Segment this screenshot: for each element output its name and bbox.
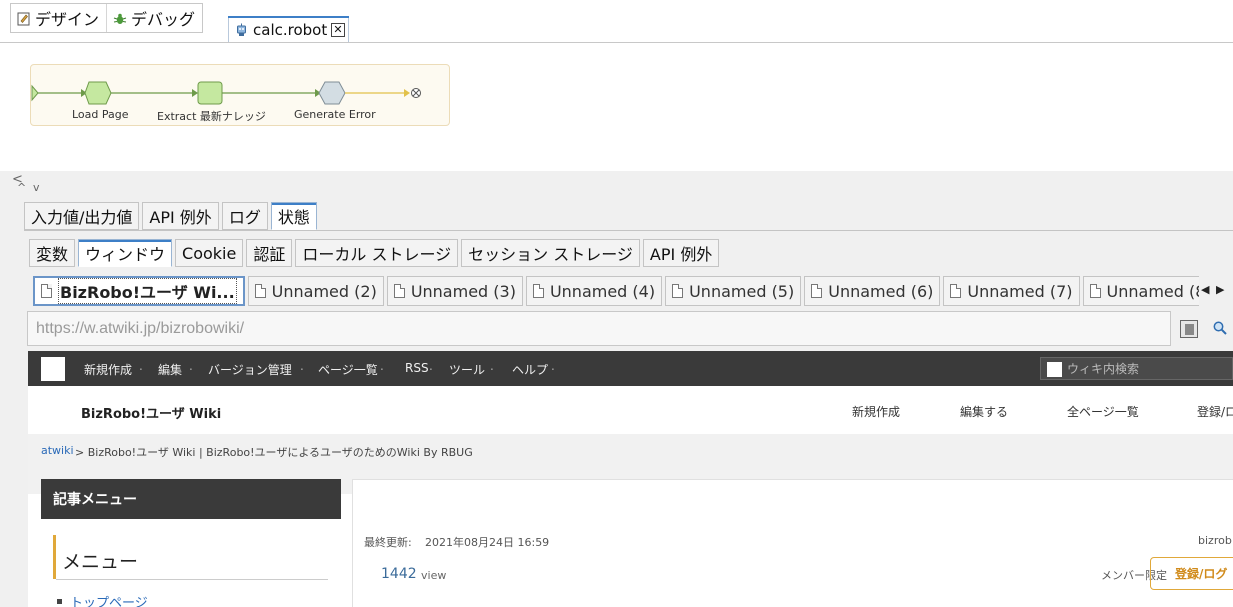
- browser-tab-5[interactable]: Unnamed (5): [665, 276, 802, 306]
- article-card: 最終更新: 2021年08月24日 16:59 bizrob 1442 view…: [352, 479, 1233, 607]
- breadcrumb-home-link[interactable]: atwiki: [41, 444, 74, 457]
- browser-tab-6[interactable]: Unnamed (6): [804, 276, 941, 306]
- nav-help[interactable]: ヘルプ: [512, 361, 548, 378]
- step-generate-error-icon: [318, 81, 346, 105]
- document-icon: [41, 284, 52, 298]
- step-label-extract: Extract 最新ナレッジ: [157, 110, 266, 123]
- wiki-navbar: 新規作成 . 編集 . バージョン管理 . ページ一覧 . RSS . ツール …: [28, 351, 1233, 386]
- tab-local-storage[interactable]: ローカル ストレージ: [295, 239, 459, 267]
- tab-design[interactable]: デザイン: [11, 4, 106, 32]
- tab-cookie[interactable]: Cookie: [175, 239, 244, 267]
- last-updated-label: 最終更新:: [364, 536, 412, 549]
- robot-icon: [235, 23, 248, 37]
- search-checkbox: [1047, 362, 1062, 377]
- step-extract-icon: [197, 81, 223, 105]
- design-icon: [17, 11, 31, 26]
- side-menu-top-link[interactable]: トップページ: [70, 592, 148, 607]
- browser-tab-1[interactable]: BizRobo!ユーザ Wi...: [33, 276, 245, 306]
- breadcrumb-text: > BizRobo!ユーザ Wiki | BizRobo!ユーザによるユーザのた…: [75, 446, 473, 459]
- close-icon[interactable]: ✕: [331, 22, 345, 37]
- browser-tab-7[interactable]: Unnamed (7): [943, 276, 1080, 306]
- tab-state[interactable]: 状態: [270, 202, 317, 230]
- collapse-up-icon[interactable]: ^: [17, 181, 26, 194]
- browser-tabs: BizRobo!ユーザ Wi... Unnamed (2) Unnamed (3…: [33, 276, 1199, 306]
- wiki-search-input[interactable]: ウィキ内検索: [1040, 357, 1233, 380]
- browser-tab-8[interactable]: Unnamed (8): [1082, 276, 1199, 306]
- document-icon: [811, 284, 823, 298]
- web-view[interactable]: 新規作成 . 編集 . バージョン管理 . ページ一覧 . RSS . ツール …: [28, 351, 1233, 607]
- robot-flow: Load Page Extract 最新ナレッジ Generate Error: [30, 64, 450, 126]
- view-count: 1442: [381, 566, 417, 582]
- document-icon: [950, 284, 962, 298]
- tab-window[interactable]: ウィンドウ: [78, 239, 173, 267]
- tab-variables[interactable]: 変数: [29, 239, 76, 267]
- document-icon: [254, 284, 266, 298]
- side-menu-header: 記事メニュー: [41, 479, 341, 519]
- browser-tab-4[interactable]: Unnamed (4): [525, 276, 663, 306]
- step-load-page-icon: [84, 81, 112, 105]
- bug-icon: [113, 11, 127, 25]
- side-menu-title: メニュー: [62, 551, 139, 573]
- nav-edit[interactable]: 編集: [158, 361, 182, 378]
- page-source-icon[interactable]: [1180, 320, 1198, 338]
- panel-tabs: 入力値/出力値 API 例外 ログ 状態: [24, 202, 320, 230]
- document-icon: [672, 284, 684, 298]
- divider: [24, 230, 1233, 231]
- tab-calc-robot-label: calc.robot: [253, 20, 328, 39]
- nav-version[interactable]: バージョン管理: [208, 361, 292, 378]
- tab-log[interactable]: ログ: [221, 202, 268, 230]
- nav-new[interactable]: 新規作成: [84, 361, 132, 378]
- document-icon: [532, 284, 544, 298]
- tab-calc-robot[interactable]: calc.robot ✕: [228, 16, 349, 42]
- browser-tab-2[interactable]: Unnamed (2): [247, 276, 384, 306]
- side-menu: メニュー トップページ: [41, 519, 341, 607]
- search-icon[interactable]: [1212, 320, 1228, 340]
- document-icon: [393, 284, 405, 298]
- tab-debug[interactable]: デバッグ: [106, 4, 202, 32]
- tab-api-exception-2[interactable]: API 例外: [642, 239, 720, 267]
- site-header: BizRobo!ユーザ Wiki 新規作成 編集する 全ページ一覧 登録/ロ: [28, 386, 1233, 434]
- tab-scroll-left-icon[interactable]: ◀: [1201, 283, 1209, 296]
- flow-start-icon: [31, 84, 39, 102]
- url-field[interactable]: https://w.atwiki.jp/bizrobowiki/: [27, 311, 1171, 346]
- step-label-generate-error: Generate Error: [294, 108, 376, 121]
- site-link-new[interactable]: 新規作成: [852, 403, 900, 420]
- tab-auth[interactable]: 認証: [246, 239, 293, 267]
- wiki-logo[interactable]: [41, 357, 65, 381]
- nav-rss[interactable]: RSS: [405, 361, 429, 375]
- browser-tab-3[interactable]: Unnamed (3): [386, 276, 523, 306]
- nav-page-list[interactable]: ページ一覧: [318, 361, 378, 378]
- state-tabs: 変数 ウィンドウ Cookie 認証 ローカル ストレージ セッション ストレー…: [29, 239, 722, 267]
- last-updated-value: 2021年08月24日 16:59: [425, 536, 550, 549]
- mode-tabs: デザイン デバッグ: [10, 3, 204, 33]
- document-icon: [1089, 284, 1101, 298]
- collapse-down-icon[interactable]: v: [33, 181, 40, 194]
- author[interactable]: bizrob: [1198, 534, 1232, 547]
- tab-design-label: デザイン: [35, 10, 100, 29]
- step-label-load-page: Load Page: [72, 108, 129, 121]
- tab-debug-label: デバッグ: [131, 10, 196, 29]
- nav-tools[interactable]: ツール: [449, 361, 485, 378]
- login-button[interactable]: 登録/ログ: [1150, 557, 1233, 590]
- tab-api-exception[interactable]: API 例外: [142, 202, 219, 230]
- tab-session-storage[interactable]: セッション ストレージ: [461, 239, 640, 267]
- tab-input-output[interactable]: 入力値/出力値: [24, 202, 140, 230]
- site-link-all-pages[interactable]: 全ページ一覧: [1067, 403, 1139, 420]
- site-title[interactable]: BizRobo!ユーザ Wiki: [81, 403, 221, 422]
- view-unit: view: [421, 569, 447, 582]
- tab-scroll-right-icon[interactable]: ▶: [1216, 283, 1224, 296]
- site-link-login[interactable]: 登録/ロ: [1197, 403, 1233, 420]
- site-link-edit[interactable]: 編集する: [960, 403, 1008, 420]
